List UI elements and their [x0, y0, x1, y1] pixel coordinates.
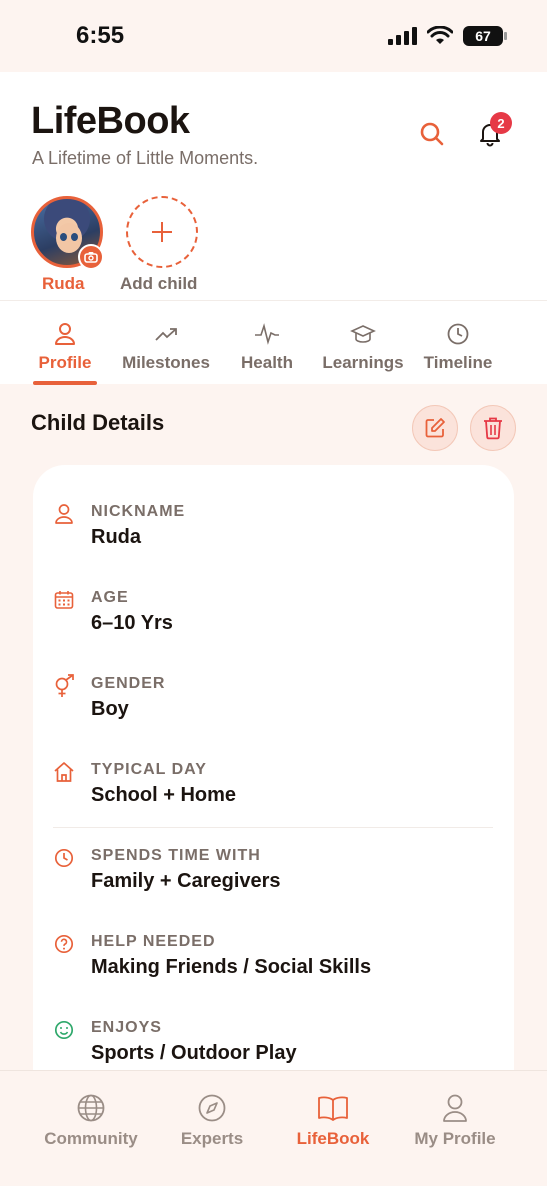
- clock-icon: [447, 323, 469, 345]
- plus-icon: [152, 222, 172, 242]
- gender-icon: [55, 674, 74, 697]
- search-icon: [420, 122, 444, 146]
- add-child-label[interactable]: Add child: [120, 274, 197, 294]
- battery-level: 67: [475, 28, 491, 44]
- section-title: Child Details: [31, 410, 165, 435]
- tab-label: Milestones: [122, 353, 210, 372]
- user-icon: [55, 504, 73, 524]
- signal-icon: [388, 27, 417, 45]
- bottom-nav: Community Experts LifeBook My Profile: [0, 1070, 547, 1186]
- detail-help-needed: HELP NEEDED Making Friends / Social Skil…: [33, 895, 514, 981]
- nav-lifebook[interactable]: LifeBook: [268, 1071, 398, 1161]
- active-tab-indicator: [33, 381, 97, 385]
- nav-label: LifeBook: [296, 1129, 370, 1148]
- detail-spends-time-with: SPENDS TIME WITH Family + Caregivers: [33, 809, 514, 895]
- status-icons: 67: [388, 26, 507, 46]
- detail-label: TYPICAL DAY: [91, 761, 207, 778]
- globe-icon: [77, 1094, 105, 1122]
- status-time: 6:55: [76, 22, 125, 49]
- detail-label: AGE: [91, 589, 129, 606]
- detail-nickname: NICKNAME Ruda: [33, 465, 514, 551]
- detail-value: 6–10 Yrs: [91, 612, 173, 634]
- calendar-icon: [54, 591, 74, 609]
- header: LifeBook A Lifetime of Little Moments. 2…: [0, 72, 547, 385]
- detail-label: GENDER: [91, 675, 166, 692]
- child-name[interactable]: Ruda: [42, 274, 85, 294]
- app-title: LifeBook: [31, 100, 190, 142]
- detail-label: ENJOYS: [91, 1019, 162, 1036]
- detail-value: Ruda: [91, 526, 141, 548]
- tab-timeline[interactable]: Timeline: [418, 301, 498, 385]
- edit-button[interactable]: [412, 405, 458, 451]
- avatar-eye-left: [60, 233, 67, 241]
- detail-value: Family + Caregivers: [91, 870, 281, 892]
- trash-icon: [484, 417, 502, 440]
- add-child-button[interactable]: [126, 196, 198, 268]
- tab-label: Health: [241, 353, 293, 372]
- delete-button[interactable]: [470, 405, 516, 451]
- search-button[interactable]: [414, 116, 450, 152]
- avatar-eye-right: [71, 233, 78, 241]
- detail-value: Boy: [91, 698, 129, 720]
- nav-my-profile[interactable]: My Profile: [390, 1071, 520, 1161]
- clock-icon: [54, 848, 74, 868]
- battery-icon: 67: [463, 26, 507, 46]
- home-icon: [54, 762, 74, 782]
- detail-value: Sports / Outdoor Play: [91, 1042, 297, 1064]
- camera-icon: [84, 252, 98, 263]
- detail-value: Making Friends / Social Skills: [91, 956, 372, 978]
- detail-label: HELP NEEDED: [91, 933, 216, 950]
- wifi-icon: [427, 26, 453, 44]
- detail-typical-day: TYPICAL DAY School + Home: [33, 723, 514, 809]
- child-details-card: NICKNAME Ruda AGE 6–10 Yrs GENDER Boy TY…: [33, 465, 514, 1105]
- notifications-button[interactable]: 2: [472, 112, 512, 152]
- tab-milestones[interactable]: Milestones: [116, 301, 216, 385]
- trending-up-icon: [155, 328, 177, 341]
- tab-learnings[interactable]: Learnings: [317, 301, 409, 385]
- tab-bar: Profile Milestones Health Learnings Time…: [0, 300, 547, 385]
- detail-age: AGE 6–10 Yrs: [33, 551, 514, 637]
- detail-gender: GENDER Boy: [33, 637, 514, 723]
- app-subtitle: A Lifetime of Little Moments.: [32, 148, 259, 168]
- nav-community[interactable]: Community: [26, 1071, 156, 1161]
- graduation-cap-icon: [350, 325, 376, 343]
- book-icon: [318, 1096, 348, 1121]
- detail-label: NICKNAME: [91, 503, 186, 520]
- help-circle-icon: [54, 934, 74, 954]
- nav-experts[interactable]: Experts: [147, 1071, 277, 1161]
- tab-label: Learnings: [322, 353, 404, 372]
- tab-label: Timeline: [423, 353, 493, 372]
- status-bar: 6:55 67: [0, 0, 547, 72]
- notification-badge: 2: [490, 112, 512, 134]
- tab-profile[interactable]: Profile: [33, 301, 97, 385]
- pulse-icon: [255, 323, 279, 345]
- edit-icon: [425, 418, 445, 438]
- tab-health[interactable]: Health: [236, 301, 298, 385]
- compass-icon: [198, 1094, 226, 1122]
- detail-label: SPENDS TIME WITH: [91, 847, 261, 864]
- detail-value: School + Home: [91, 784, 237, 806]
- nav-label: Community: [44, 1129, 138, 1148]
- smile-icon: [54, 1020, 74, 1040]
- nav-label: Experts: [180, 1129, 244, 1148]
- tab-label: Profile: [38, 353, 92, 372]
- user-icon: [55, 323, 75, 345]
- detail-enjoys: ENJOYS Sports / Outdoor Play: [33, 981, 514, 1067]
- change-photo-button[interactable]: [78, 244, 104, 270]
- user-icon: [443, 1094, 467, 1122]
- nav-label: My Profile: [414, 1129, 496, 1148]
